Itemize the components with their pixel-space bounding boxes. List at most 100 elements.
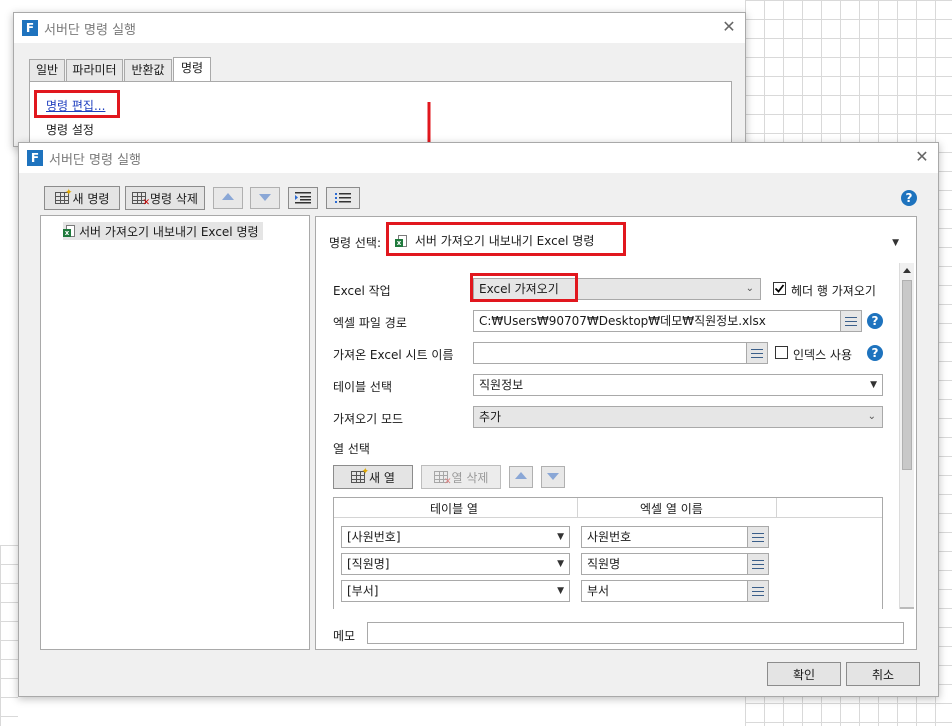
import-mode-value: 추가: [479, 410, 502, 424]
tab-command[interactable]: 명령: [173, 57, 211, 81]
back-dialog-titlebar: F 서버단 명령 실행 ✕: [14, 13, 745, 43]
memo-input[interactable]: [367, 622, 904, 644]
delete-column-label: 열 삭제: [451, 470, 489, 485]
app-logo-icon: F: [22, 20, 38, 36]
cancel-label: 취소: [871, 667, 895, 682]
column-down-button[interactable]: [541, 466, 565, 488]
command-settings-label: 명령 설정: [46, 123, 94, 137]
header-row-label: 헤더 행 가져오기: [791, 284, 876, 298]
back-tab-panel: [29, 81, 732, 148]
grid-header-table-col: 테이블 열: [430, 502, 478, 516]
new-column-button[interactable]: ✦ 새 열: [333, 465, 413, 489]
chevron-down-icon: ▼: [557, 559, 564, 569]
delete-command-label: 명령 삭제: [150, 191, 198, 206]
scroll-thumb[interactable]: [902, 280, 912, 470]
chevron-down-icon: ▼: [892, 238, 899, 248]
table-row: [사원번호] ▼ 사원번호: [334, 526, 882, 550]
file-path-input[interactable]: C:₩Users₩90707₩Desktop₩데모₩직원정보.xlsx: [473, 310, 841, 332]
app-logo-icon: F: [27, 150, 43, 166]
new-command-button[interactable]: ✦ 새 명령: [44, 186, 120, 210]
settings-scroll-area: Excel 작업 Excel 가져오기 ⌄ 헤더 행 가져오기 엑셀 파일 경로…: [319, 261, 897, 609]
outdent-button[interactable]: [326, 187, 360, 209]
command-select[interactable]: x 서버 가져오기 내보내기 Excel 명령 ▼: [389, 230, 905, 254]
ok-button[interactable]: 확인: [767, 662, 841, 686]
main-dialog-title: 서버단 명령 실행: [49, 152, 141, 168]
table-select[interactable]: 직원정보 ▼: [473, 374, 883, 396]
memo-label: 메모: [333, 629, 356, 643]
sheet-name-label: 가져온 Excel 시트 이름: [333, 348, 454, 362]
excel-op-select[interactable]: Excel 가져오기 ⌄: [473, 278, 761, 300]
arrow-down-icon: [259, 194, 271, 201]
sheet-name-input[interactable]: [473, 342, 747, 364]
excel-col-browse-button[interactable]: [747, 553, 769, 575]
table-col-value: [직원명]: [347, 557, 390, 571]
new-column-label: 새 열: [369, 470, 395, 485]
main-dialog: F 서버단 명령 실행 ✕ ✦ 새 명령 ✕ 명령 삭제 ? x 서버 가져오기…: [18, 142, 939, 697]
table-select-label: 테이블 선택: [333, 380, 393, 394]
chevron-down-icon: ⌄: [745, 283, 754, 294]
sheet-name-browse-button[interactable]: [746, 342, 768, 364]
excel-icon: x: [63, 224, 75, 238]
excel-col-input[interactable]: 직원명: [581, 553, 748, 575]
close-icon[interactable]: ✕: [721, 19, 737, 35]
back-dialog-title: 서버단 명령 실행: [44, 22, 136, 38]
file-path-label: 엑셀 파일 경로: [333, 316, 407, 330]
settings-scrollbar[interactable]: [899, 263, 914, 609]
import-mode-label: 가져오기 모드: [333, 412, 404, 426]
indent-button[interactable]: [288, 187, 318, 209]
excel-col-browse-button[interactable]: [747, 580, 769, 602]
tab-return-value[interactable]: 반환값: [124, 59, 172, 81]
column-mapping-grid: 테이블 열 엑셀 열 이름 [사원번호] ▼ 사원번호 [직원명] ▼ 직원명 …: [333, 497, 883, 609]
excel-col-input[interactable]: 부서: [581, 580, 748, 602]
delete-column-icon: ✕: [433, 471, 452, 487]
delete-table-icon: ✕: [132, 192, 150, 208]
arrow-up-icon: [515, 472, 527, 479]
delete-command-button[interactable]: ✕ 명령 삭제: [125, 186, 205, 210]
edit-command-link[interactable]: 명령 편집...: [46, 97, 105, 114]
table-row: [부서] ▼ 부서: [334, 580, 882, 604]
back-dialog: F 서버단 명령 실행 ✕ 일반 파라미터 반환값 명령 명령 편집... 명령…: [13, 12, 746, 148]
index-label: 인덱스 사용: [793, 348, 853, 362]
close-icon[interactable]: ✕: [914, 149, 930, 165]
scroll-up-icon[interactable]: [900, 264, 914, 278]
indent-icon: [295, 192, 311, 204]
chevron-down-icon: ⌄: [867, 411, 876, 422]
chevron-down-icon: ▼: [870, 380, 877, 390]
tree-item-label: 서버 가져오기 내보내기 Excel 명령: [79, 224, 259, 239]
back-tabstrip: 일반 파라미터 반환값 명령: [29, 57, 329, 81]
file-path-browse-button[interactable]: [840, 310, 862, 332]
command-tree[interactable]: x 서버 가져오기 내보내기 Excel 명령: [40, 215, 310, 650]
check-icon: [774, 284, 785, 293]
tree-item[interactable]: x 서버 가져오기 내보내기 Excel 명령: [63, 222, 263, 240]
import-mode-select[interactable]: 추가 ⌄: [473, 406, 883, 428]
new-column-icon: ✦: [351, 467, 369, 483]
table-col-value: [사원번호]: [347, 530, 401, 544]
table-col-select[interactable]: [직원명] ▼: [341, 553, 570, 575]
column-up-button[interactable]: [509, 466, 533, 488]
command-select-value: 서버 가져오기 내보내기 Excel 명령: [414, 234, 595, 248]
table-row: [직원명] ▼ 직원명: [334, 553, 882, 577]
delete-column-button[interactable]: ✕ 열 삭제: [421, 465, 501, 489]
help-icon[interactable]: ?: [867, 313, 883, 329]
new-table-icon: ✦: [54, 188, 73, 204]
cancel-button[interactable]: 취소: [846, 662, 920, 686]
tab-general[interactable]: 일반: [29, 59, 65, 81]
command-select-label: 명령 선택:: [329, 236, 382, 250]
grid-header-row: 테이블 열 엑셀 열 이름: [334, 498, 882, 518]
columns-label: 열 선택: [333, 442, 370, 456]
table-select-value: 직원정보: [479, 378, 524, 392]
table-col-select[interactable]: [부서] ▼: [341, 580, 570, 602]
arrow-down-icon: [547, 473, 559, 480]
excel-col-browse-button[interactable]: [747, 526, 769, 548]
tab-parameters[interactable]: 파라미터: [66, 59, 123, 81]
header-row-checkbox[interactable]: [773, 282, 786, 295]
excel-col-input[interactable]: 사원번호: [581, 526, 748, 548]
move-down-button[interactable]: [250, 187, 280, 209]
table-col-select[interactable]: [사원번호] ▼: [341, 526, 570, 548]
scroll-down-stub[interactable]: [900, 607, 914, 609]
help-icon[interactable]: ?: [867, 345, 883, 361]
index-checkbox[interactable]: [775, 346, 788, 359]
move-up-button[interactable]: [213, 187, 243, 209]
help-icon[interactable]: ?: [901, 190, 917, 206]
table-col-value: [부서]: [347, 584, 379, 598]
